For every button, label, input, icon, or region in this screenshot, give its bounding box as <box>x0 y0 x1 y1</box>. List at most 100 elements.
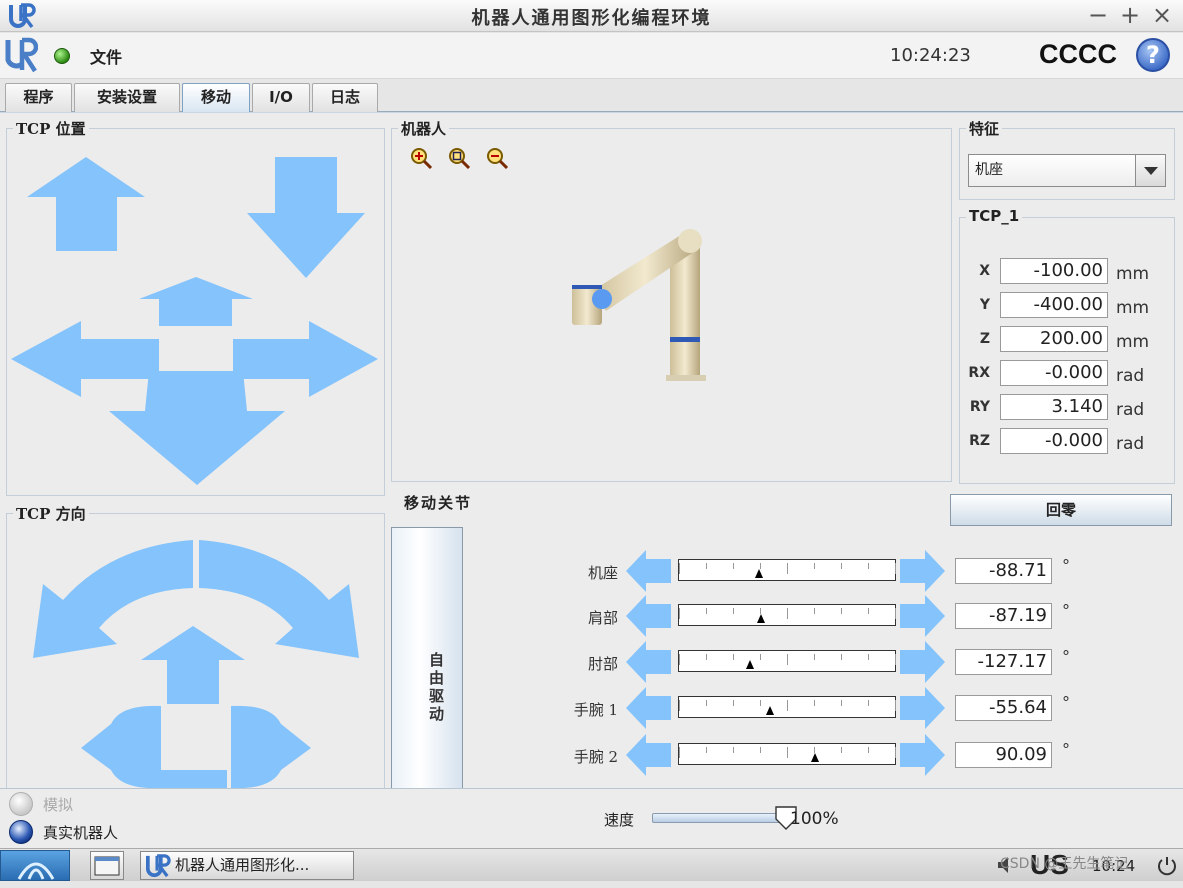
slider-tick <box>841 747 842 753</box>
speed-slider-track[interactable] <box>652 813 786 823</box>
robot-view-title: 机器人 <box>398 118 450 139</box>
joint-decrease-arrow-icon[interactable] <box>626 687 672 729</box>
joint-increase-arrow-icon[interactable] <box>900 595 946 637</box>
joint-slider[interactable] <box>678 559 896 581</box>
zoom-fit-icon[interactable] <box>448 147 471 170</box>
joint-slider[interactable] <box>678 696 896 718</box>
slider-tick <box>868 654 869 660</box>
joint-increase-arrow-icon[interactable] <box>900 734 946 776</box>
joint-increase-arrow-icon[interactable] <box>900 641 946 683</box>
feature-selected-value: 机座 <box>975 162 1003 178</box>
joint-position-marker <box>755 569 763 578</box>
joint-value-field[interactable]: -55.64 <box>955 695 1052 721</box>
joint-decrease-arrow-icon[interactable] <box>626 595 672 637</box>
joint-position-marker <box>746 660 754 669</box>
coord-field-rx[interactable]: -0.000 <box>1000 360 1108 386</box>
coord-field-z[interactable]: 200.00 <box>1000 326 1108 352</box>
slider-tick <box>706 700 707 706</box>
coord-unit-x: mm <box>1116 264 1150 284</box>
move-backward-arrow-icon[interactable] <box>107 371 287 486</box>
coord-field-rz[interactable]: -0.000 <box>1000 428 1108 454</box>
slider-tick <box>868 700 869 706</box>
title-bar: 机器人通用图形化编程环境 − + × <box>0 0 1183 32</box>
feature-panel: 特征 机座 <box>959 118 1175 200</box>
minimize-button[interactable]: − <box>1088 1 1108 29</box>
tcp-position-panel: TCP 位置 <box>6 118 385 496</box>
bottom-bar: 模拟 真实机器人 速度 100% <box>0 788 1183 848</box>
slider-tick <box>841 608 842 614</box>
zoom-in-icon[interactable] <box>410 147 433 170</box>
joint-position-marker <box>811 753 819 762</box>
freedrive-label: 自由驱动 <box>427 652 445 724</box>
real-robot-radio[interactable] <box>9 820 33 844</box>
ur-logo-icon <box>4 37 39 75</box>
joint-decrease-arrow-icon[interactable] <box>626 550 672 592</box>
slider-tick <box>787 563 788 574</box>
file-menu[interactable]: 文件 <box>90 44 122 68</box>
move-down-arrow-icon[interactable] <box>245 157 367 279</box>
slider-tick <box>679 563 680 574</box>
joint-value-field[interactable]: 90.09 <box>955 742 1052 768</box>
slider-tick <box>733 563 734 569</box>
slider-tick <box>787 654 788 665</box>
power-icon[interactable] <box>1156 855 1178 881</box>
coord-unit-z: mm <box>1116 332 1150 352</box>
window-title: 机器人通用图形化编程环境 <box>471 8 712 29</box>
simulation-radio[interactable] <box>9 792 33 816</box>
tab-io[interactable]: I/O <box>252 83 310 112</box>
joint-increase-arrow-icon[interactable] <box>900 687 946 729</box>
coord-field-y[interactable]: -400.00 <box>1000 292 1108 318</box>
slider-tick <box>706 747 707 753</box>
tilt-backward-arrow-icon[interactable] <box>161 770 227 790</box>
slider-tick <box>706 563 707 569</box>
tcp-position-title: TCP 位置 <box>13 118 89 139</box>
feature-dropdown[interactable]: 机座 <box>968 154 1166 187</box>
taskbar-window-button[interactable]: 机器人通用图形化... <box>140 851 354 880</box>
help-button[interactable]: ? <box>1136 38 1170 72</box>
joint-unit: ° <box>1062 740 1070 759</box>
taskbar: 机器人通用图形化... US 10:24 CSDN @王先生笔记 <box>0 848 1183 881</box>
joint-slider[interactable] <box>678 604 896 626</box>
joint-decrease-arrow-icon[interactable] <box>626 641 672 683</box>
freedrive-button[interactable]: 自由驱动 <box>391 527 463 789</box>
joint-value-field[interactable]: -88.71 <box>955 558 1052 584</box>
coord-field-x[interactable]: -100.00 <box>1000 258 1108 284</box>
tilt-left-arrow-icon[interactable] <box>81 686 163 796</box>
slider-tick <box>733 747 734 753</box>
show-desktop-icon[interactable] <box>90 851 124 880</box>
move-up-arrow-icon[interactable] <box>25 157 147 252</box>
joint-unit: ° <box>1062 647 1070 666</box>
joint-slider[interactable] <box>678 743 896 765</box>
move-tab-content: TCP 位置 TCP 方向 机器人 特征 机座 TCP_1 X -100.00 … <box>0 112 1183 790</box>
slider-tick <box>895 700 896 711</box>
tab-move[interactable]: 移动 <box>182 83 250 112</box>
robot-3d-model[interactable] <box>562 219 722 393</box>
close-button[interactable]: × <box>1152 1 1172 29</box>
tab-log[interactable]: 日志 <box>312 83 378 112</box>
joint-position-marker <box>766 706 774 715</box>
maximize-button[interactable]: + <box>1120 1 1140 29</box>
slider-tick <box>895 747 896 758</box>
home-button[interactable]: 回零 <box>950 494 1172 526</box>
joint-value-field[interactable]: -87.19 <box>955 603 1052 629</box>
slider-tick <box>814 654 815 660</box>
ur-logo-icon <box>145 854 171 887</box>
tab-program[interactable]: 程序 <box>5 83 72 112</box>
joint-slider[interactable] <box>678 650 896 672</box>
tab-installation[interactable]: 安装设置 <box>74 83 180 112</box>
joint-value-field[interactable]: -127.17 <box>955 649 1052 675</box>
joint-decrease-arrow-icon[interactable] <box>626 734 672 776</box>
robot-view-panel: 机器人 <box>391 118 952 482</box>
tcp-coordinates-panel: TCP_1 X -100.00 mm Y -400.00 mm Z 200.00… <box>959 207 1175 484</box>
slider-tick <box>706 608 707 614</box>
chevron-down-icon[interactable] <box>1135 155 1165 186</box>
joint-increase-arrow-icon[interactable] <box>900 550 946 592</box>
start-menu-button[interactable] <box>0 850 70 881</box>
slider-tick <box>679 700 680 711</box>
slider-tick <box>760 747 761 753</box>
joint-unit: ° <box>1062 693 1070 712</box>
slider-tick <box>814 608 815 614</box>
tilt-right-arrow-icon[interactable] <box>229 686 311 796</box>
coord-field-ry[interactable]: 3.140 <box>1000 394 1108 420</box>
zoom-out-icon[interactable] <box>486 147 509 170</box>
